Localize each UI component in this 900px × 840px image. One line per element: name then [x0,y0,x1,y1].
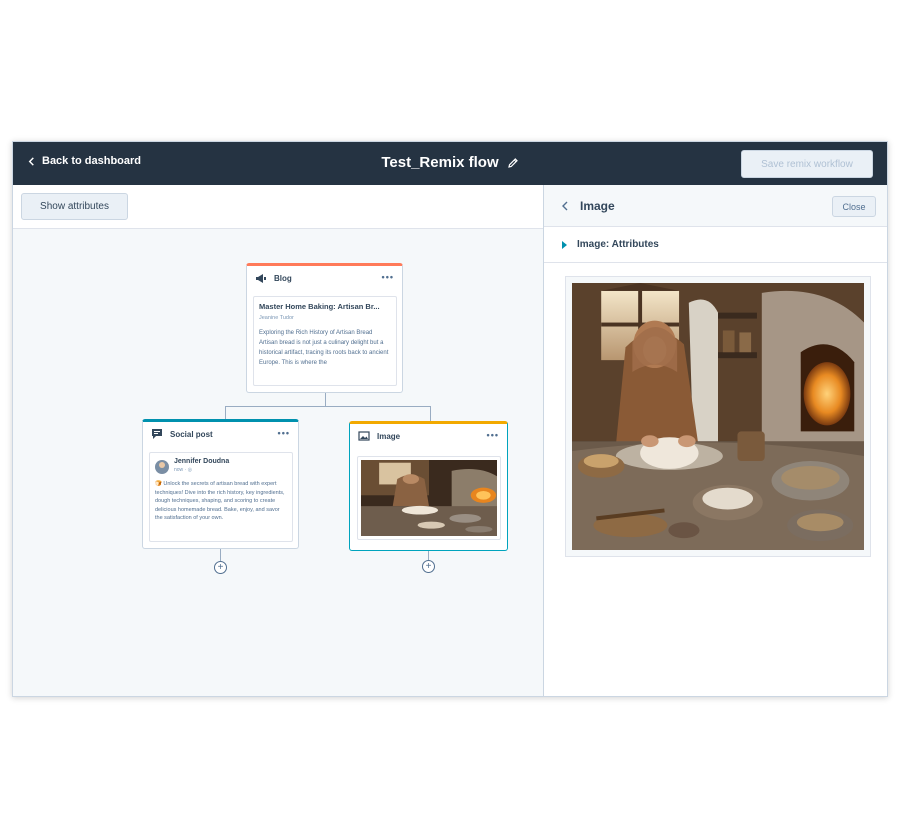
image-node-header: Image ••• [350,424,507,448]
connector-line [220,549,221,561]
more-options-icon[interactable]: ••• [382,272,394,282]
blog-node-header: Blog ••• [247,266,402,290]
megaphone-icon [256,274,266,283]
blog-node-label: Blog [274,273,292,283]
workflow-canvas[interactable]: Show attributes Blog ••• Master Home Bak… [13,185,543,696]
show-attributes-button[interactable]: Show attributes [21,193,128,220]
social-post-time: now · ◎ [174,467,192,473]
chevron-left-icon [28,156,34,166]
back-to-dashboard-link[interactable]: Back to dashboard [27,155,141,167]
more-options-icon[interactable]: ••• [278,428,290,438]
pencil-icon[interactable] [507,157,519,169]
image-node-label: Image [377,431,401,441]
social-preview: Jennifer Doudna now · ◎ 🍞 Unlock the sec… [149,452,293,542]
flow-title-text: Test_Remix flow [381,154,499,171]
panel-title: Image [580,199,615,213]
caret-right-icon [562,240,567,249]
back-label: Back to dashboard [42,155,142,167]
close-button[interactable]: Close [832,196,876,217]
app-window: Back to dashboard Test_Remix flow Save r… [12,141,888,697]
top-bar: Back to dashboard Test_Remix flow Save r… [13,142,887,185]
attributes-label: Image: Attributes [577,239,659,250]
bread-baking-image [572,283,864,550]
blog-author: Jeanine Tudor [259,315,294,321]
save-remix-workflow-button[interactable]: Save remix workflow [741,150,873,178]
image-icon [358,431,370,441]
social-user: Jennifer Doudna now · ◎ [155,458,287,474]
details-panel: Image Close Image: Attributes [543,185,887,696]
blog-node[interactable]: Blog ••• Master Home Baking: Artisan Br.… [246,263,403,393]
image-node[interactable]: Image ••• [349,421,508,551]
social-node-header: Social post ••• [143,422,298,446]
social-post-text: 🍞 Unlock the secrets of artisan bread wi… [155,481,285,520]
blog-preview: Master Home Baking: Artisan Br... Jeanin… [253,296,397,386]
connector-line [225,406,226,419]
panel-header: Image Close [544,185,887,227]
connector-line [428,551,429,560]
connector-line [430,406,431,421]
add-step-button[interactable]: + [422,560,435,573]
chevron-left-icon[interactable] [560,201,570,211]
more-options-icon[interactable]: ••• [487,430,499,440]
attributes-accordion[interactable]: Image: Attributes [544,227,887,263]
add-step-button[interactable]: + [214,561,227,574]
connector-line [225,406,431,407]
social-post-node[interactable]: Social post ••• Jennifer Doudna now · ◎ … [142,419,299,549]
avatar [155,460,169,474]
connector-line [325,393,326,406]
image-thumbnail [357,456,501,540]
image-preview [565,276,871,557]
social-user-name: Jennifer Doudna [174,458,230,465]
canvas-toolbar: Show attributes [13,185,543,229]
chat-icon [152,429,162,439]
blog-excerpt: Exploring the Rich History of Artisan Br… [259,330,389,366]
social-node-label: Social post [170,429,213,439]
blog-post-title: Master Home Baking: Artisan Br... [259,302,380,311]
bread-baking-thumbnail [361,460,497,536]
